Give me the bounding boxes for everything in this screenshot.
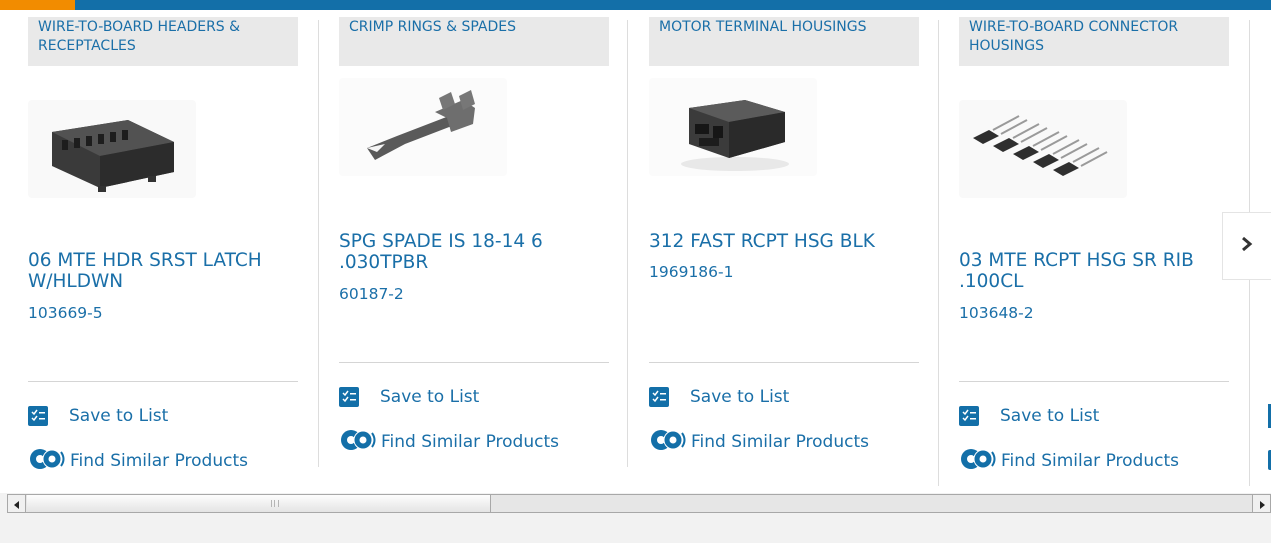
scrollbar-thumb[interactable]: [27, 495, 491, 512]
product-card: MOTOR TERMINAL HOUSINGS 312 FAST RCPT HS…: [649, 10, 938, 486]
find-similar-button[interactable]: Find Similar Products: [959, 449, 1179, 473]
find-similar-label: Find Similar Products: [381, 432, 559, 452]
product-card: CRIMP RINGS & SPADES SPG SPADE IS 18-14 …: [339, 10, 627, 486]
category-label[interactable]: MOTOR TERMINAL HOUSINGS: [649, 17, 919, 66]
scrollbar-grip-icon: [271, 500, 279, 507]
save-to-list-button[interactable]: Save to List: [28, 404, 168, 428]
product-title[interactable]: SPG SPADE IS 18-14 6 .030TPBR: [339, 231, 609, 273]
save-to-list-label: Save to List: [690, 387, 790, 407]
save-to-list-label: Save to List: [1000, 406, 1100, 426]
connector-housing-icon: [973, 115, 1108, 176]
part-number[interactable]: 103648-2: [959, 304, 1034, 322]
find-similar-button[interactable]: Find Similar Products: [339, 430, 559, 454]
save-to-list-label: Save to List: [380, 387, 480, 407]
scroll-left-arrow-icon: [13, 494, 21, 513]
terminal-housing-icon: [681, 100, 789, 171]
find-similar-label: Find Similar Products: [70, 451, 248, 471]
card-separator: [318, 20, 319, 467]
part-number[interactable]: 103669-5: [28, 304, 103, 322]
category-label[interactable]: CRIMP RINGS & SPADES: [339, 17, 609, 66]
card-divider: [959, 381, 1229, 382]
category-label[interactable]: WIRE-TO-BOARD CONNECTOR HOUSINGS: [959, 17, 1229, 66]
part-number[interactable]: 60187-2: [339, 285, 404, 303]
save-to-list-label: Save to List: [69, 406, 169, 426]
scroll-left-button[interactable]: [8, 495, 26, 512]
card-divider: [339, 362, 609, 363]
gears-icon: [28, 447, 66, 475]
find-similar-button[interactable]: Find Similar Products: [28, 449, 248, 473]
wire-to-board-header-icon: [52, 120, 174, 192]
save-to-list-button[interactable]: Save to List: [959, 404, 1099, 428]
find-similar-label: Find Similar Products: [691, 432, 869, 452]
gears-icon: [339, 428, 377, 456]
save-to-list-button[interactable]: Save to List: [649, 385, 789, 409]
gears-icon: [649, 428, 687, 456]
find-similar-button[interactable]: Find Similar Products: [649, 430, 869, 454]
horizontal-scrollbar[interactable]: [7, 494, 1271, 513]
product-title[interactable]: 03 MTE RCPT HSG SR RIB .100CL: [959, 250, 1229, 292]
find-similar-label: Find Similar Products: [1001, 451, 1179, 471]
accent-bar-blue: [75, 0, 1271, 10]
product-image[interactable]: [649, 78, 817, 176]
product-image[interactable]: [959, 100, 1127, 198]
product-title[interactable]: 06 MTE HDR SRST LATCH W/HLDWN: [28, 250, 298, 292]
product-card: WIRE-TO-BOARD CONNECTOR HOUSINGS 03 MTE …: [959, 10, 1249, 486]
scroll-right-arrow-icon: [1258, 494, 1266, 513]
checklist-icon: [28, 406, 48, 426]
product-title[interactable]: 312 FAST RCPT HSG BLK: [649, 231, 919, 252]
part-number[interactable]: 1969186-1: [649, 263, 734, 281]
product-image[interactable]: [339, 78, 507, 176]
scroll-right-button[interactable]: [1252, 495, 1270, 512]
checklist-icon: [959, 406, 979, 426]
product-card: WIRE-TO-BOARD HEADERS & RECEPTACLES 06 M…: [28, 10, 318, 486]
checklist-icon: [649, 387, 669, 407]
product-image[interactable]: [28, 100, 196, 198]
card-divider: [649, 362, 919, 363]
save-to-list-button[interactable]: Save to List: [339, 385, 479, 409]
accent-bar-orange: [0, 0, 75, 10]
spade-terminal-icon: [367, 90, 475, 160]
gears-icon: [959, 447, 997, 475]
card-separator: [627, 20, 628, 467]
category-label[interactable]: WIRE-TO-BOARD HEADERS & RECEPTACLES: [28, 17, 298, 66]
checklist-icon: [339, 387, 359, 407]
card-separator: [938, 20, 939, 486]
card-divider: [28, 381, 298, 382]
top-accent-bar: [0, 0, 1271, 10]
chevron-right-icon: [1241, 236, 1253, 256]
carousel-next-button[interactable]: [1222, 212, 1271, 280]
